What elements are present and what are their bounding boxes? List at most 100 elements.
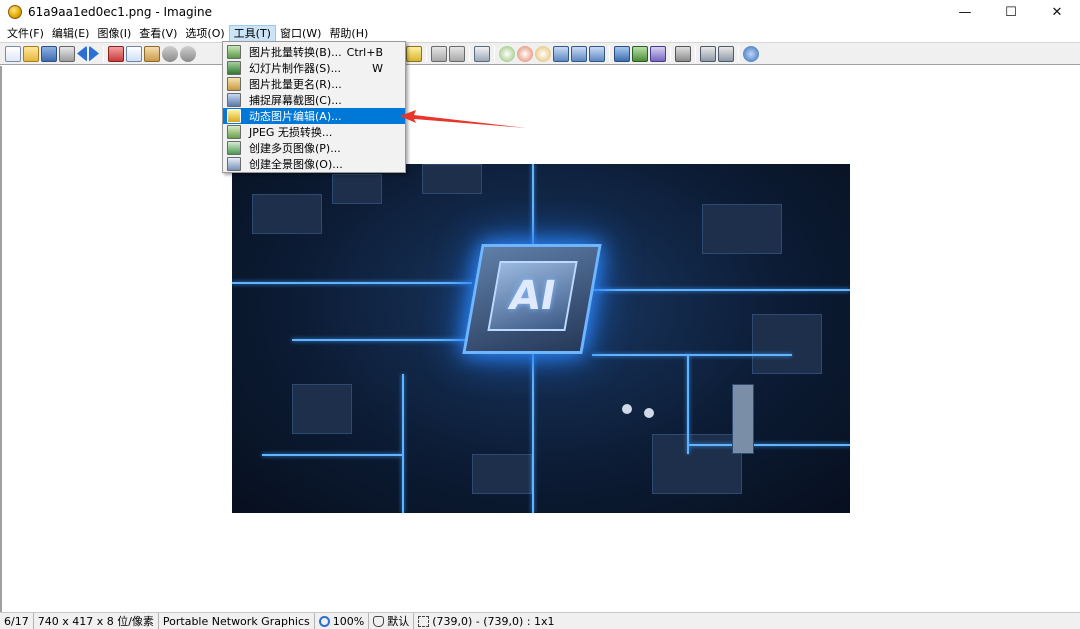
- tools-menu-item-screen-capture[interactable]: 捕捉屏幕截图(C)...: [223, 92, 405, 108]
- circuit-trace: [687, 354, 689, 454]
- plugin-icon[interactable]: [700, 45, 716, 62]
- zoom-in-icon[interactable]: [499, 45, 515, 62]
- menu-edit[interactable]: 编辑(E): [48, 25, 94, 42]
- transform-icon[interactable]: [406, 45, 422, 62]
- circuit-block: [752, 314, 822, 374]
- toolbar-separator: [670, 45, 671, 62]
- paste-icon[interactable]: [144, 45, 160, 62]
- tools-dropdown-menu: 图片批量转换(B)... Ctrl+B 幻灯片制作器(S)... W 图片批量更…: [222, 41, 406, 173]
- wand-icon[interactable]: [650, 45, 666, 62]
- circuit-pad: [622, 404, 632, 414]
- status-bar: 6/17 740 x 417 x 8 位/像素 Portable Network…: [0, 612, 1080, 629]
- slideshow-icon: [227, 61, 241, 75]
- menu-window[interactable]: 窗口(W): [276, 25, 325, 42]
- view-fullscreen-icon[interactable]: [589, 45, 605, 62]
- status-image-index: 6/17: [0, 612, 34, 629]
- view-window-icon[interactable]: [553, 45, 569, 62]
- crop-icon[interactable]: [474, 45, 490, 62]
- redo-icon[interactable]: [180, 45, 196, 62]
- circuit-block: [292, 384, 352, 434]
- close-button[interactable]: ✕: [1034, 0, 1080, 24]
- menu-options[interactable]: 选项(O): [181, 25, 228, 42]
- tools-menu-item-slideshow[interactable]: 幻灯片制作器(S)... W: [223, 60, 405, 76]
- circuit-trace: [532, 354, 534, 513]
- ai-chip: AI: [462, 244, 602, 354]
- cut-icon[interactable]: [108, 45, 124, 62]
- status-mode: 默认: [369, 612, 415, 629]
- selection-rect-icon: [418, 615, 430, 627]
- toolbar-separator: [469, 45, 470, 62]
- circuit-trace: [592, 354, 792, 356]
- toolbar-separator: [494, 45, 495, 62]
- annotation-arrow-icon: [400, 110, 526, 128]
- toolbar-separator: [103, 45, 104, 62]
- circuit-block: [332, 174, 382, 204]
- undo-icon[interactable]: [162, 45, 178, 62]
- next-icon[interactable]: [89, 45, 99, 62]
- maximize-button[interactable]: ☐: [988, 0, 1034, 24]
- help-icon[interactable]: [743, 45, 759, 62]
- window-title: 61a9aa1ed0ec1.png - Imagine: [28, 5, 212, 19]
- status-selection: (739,0) - (739,0) : 1x1: [414, 613, 558, 629]
- status-zoom[interactable]: 100%: [315, 612, 370, 629]
- browse-icon[interactable]: [718, 45, 734, 62]
- jpeg-lossless-icon: [227, 125, 241, 139]
- zoom-out-icon[interactable]: [517, 45, 533, 62]
- toolbar-separator: [695, 45, 696, 62]
- circuit-trace: [232, 282, 472, 284]
- magnifier-icon: [318, 615, 330, 627]
- window-controls: — ☐ ✕: [942, 0, 1080, 24]
- tools-menu-item-panorama[interactable]: 创建全景图像(O)...: [223, 156, 405, 172]
- tools-menu-item-multipage[interactable]: 创建多页图像(P)...: [223, 140, 405, 156]
- batch-rename-icon: [227, 77, 241, 91]
- picture-icon[interactable]: [632, 45, 648, 62]
- menu-bar: 文件(F) 编辑(E) 图像(I) 查看(V) 选项(O) 工具(T) 窗口(W…: [0, 24, 1080, 42]
- tools-menu-item-batch-rename[interactable]: 图片批量更名(R)...: [223, 76, 405, 92]
- toolbar: [0, 42, 1080, 65]
- previous-icon[interactable]: [77, 45, 87, 62]
- menu-view[interactable]: 查看(V): [135, 25, 181, 42]
- ai-chip-label: AI: [505, 273, 560, 319]
- view-fit-icon[interactable]: [571, 45, 587, 62]
- print-icon[interactable]: [59, 45, 75, 62]
- settings-wrench-icon[interactable]: [675, 45, 691, 62]
- circuit-block: [252, 194, 322, 234]
- circuit-block: [472, 454, 532, 494]
- ai-chip-core: AI: [487, 261, 578, 331]
- circuit-block: [422, 164, 482, 194]
- hand-icon: [373, 615, 385, 627]
- open-folder-icon[interactable]: [23, 45, 39, 62]
- copy-icon[interactable]: [126, 45, 142, 62]
- minimize-button[interactable]: —: [942, 0, 988, 24]
- menu-file[interactable]: 文件(F): [3, 25, 48, 42]
- screen-capture-icon: [227, 93, 241, 107]
- status-mode-value: 默认: [387, 614, 410, 628]
- tools-menu-item-jpeg-lossless[interactable]: JPEG 无损转换...: [223, 124, 405, 140]
- panorama-icon: [227, 157, 241, 171]
- multipage-icon: [227, 141, 241, 155]
- menu-help[interactable]: 帮助(H): [325, 25, 372, 42]
- tools-menu-item-animation-edit[interactable]: 动态图片编辑(A)...: [223, 108, 405, 124]
- zoom-fit-icon[interactable]: [431, 45, 447, 62]
- toolbar-separator: [738, 45, 739, 62]
- zoom-custom-icon[interactable]: [535, 45, 551, 62]
- menu-tools[interactable]: 工具(T): [228, 24, 276, 42]
- circuit-block: [652, 434, 742, 494]
- save-icon[interactable]: [41, 45, 57, 62]
- toolbar-separator: [609, 45, 610, 62]
- menu-image[interactable]: 图像(I): [93, 25, 135, 42]
- toolbar-separator: [426, 45, 427, 62]
- status-dimensions: 740 x 417 x 8 位/像素: [34, 612, 159, 629]
- tools-menu-item-batch-convert[interactable]: 图片批量转换(B)... Ctrl+B: [223, 44, 405, 60]
- circuit-trace: [262, 454, 402, 456]
- displayed-image[interactable]: AI: [232, 164, 850, 513]
- new-file-icon[interactable]: [5, 45, 21, 62]
- animation-edit-icon: [227, 109, 241, 123]
- monitor-icon[interactable]: [614, 45, 630, 62]
- circuit-trace: [689, 444, 850, 446]
- zoom-actual-icon[interactable]: [449, 45, 465, 62]
- status-selection-value: (739,0) - (739,0) : 1x1: [432, 614, 555, 628]
- circuit-pad: [644, 408, 654, 418]
- imagine-app-icon[interactable]: [8, 5, 22, 19]
- circuit-trace: [402, 374, 404, 513]
